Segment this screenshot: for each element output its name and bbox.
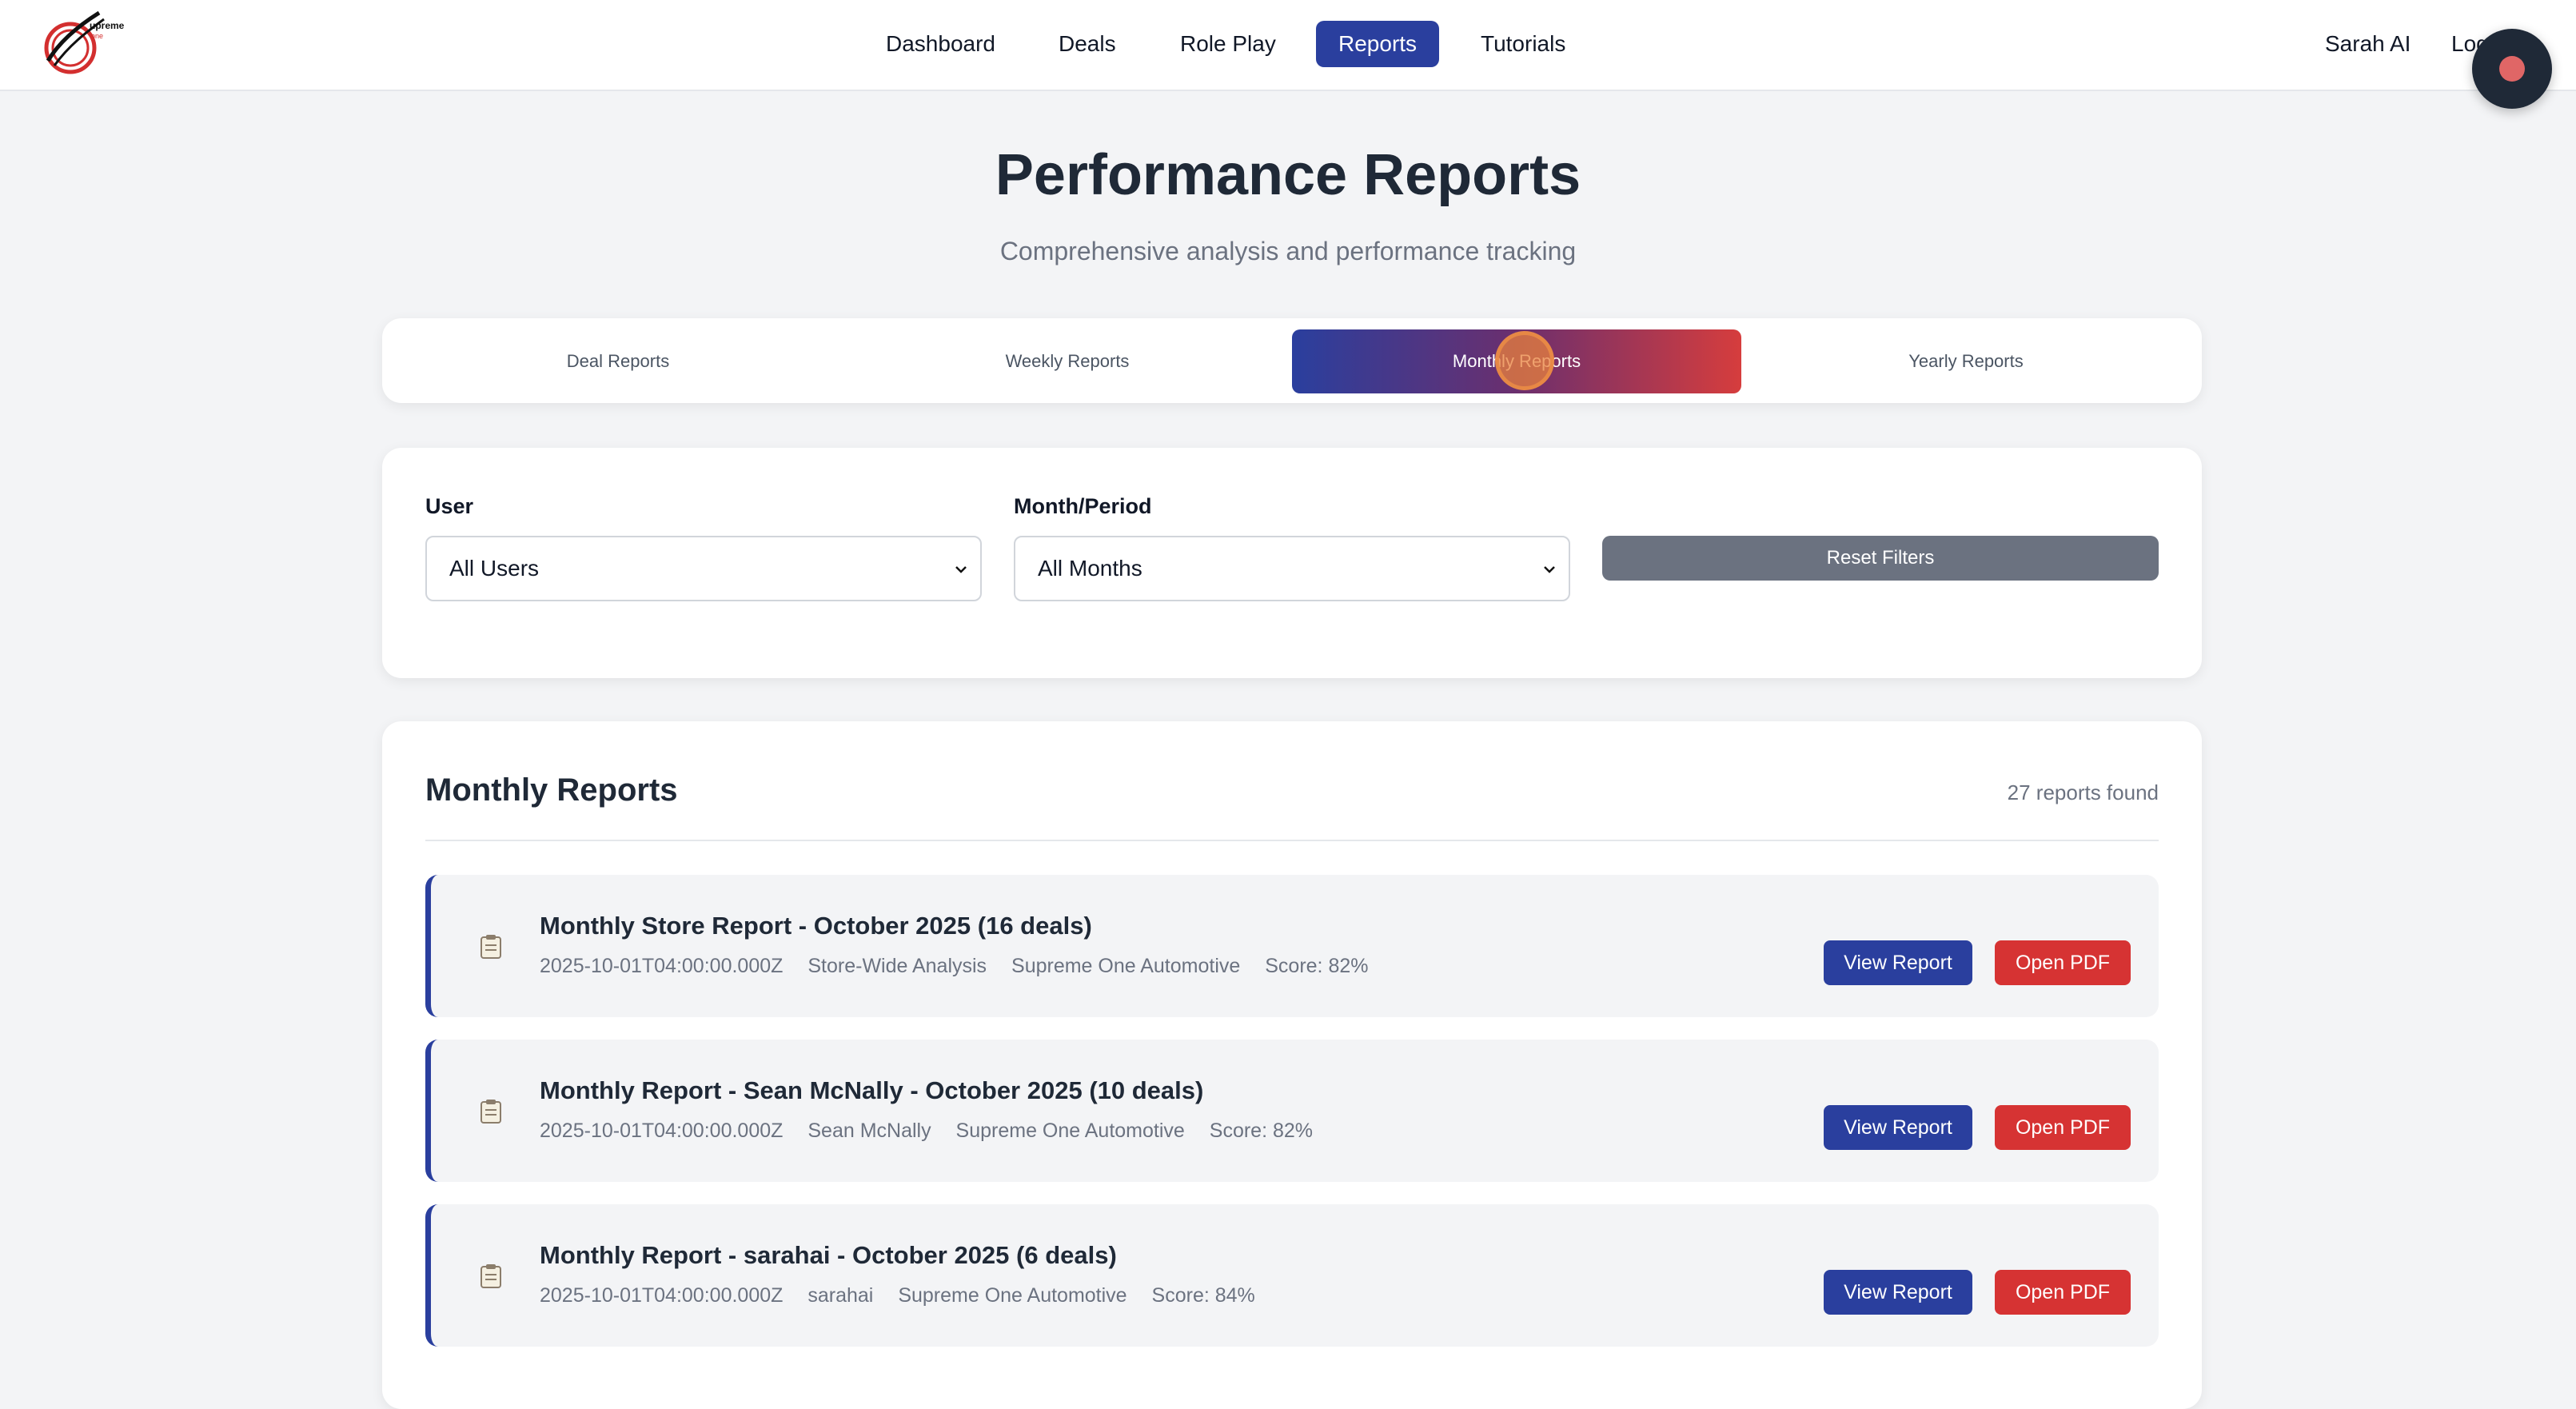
report-score: Score: 84% <box>1151 1284 1255 1307</box>
report-scope: Sean McNally <box>807 1120 931 1142</box>
report-title: Monthly Store Report - October 2025 (16 … <box>540 912 1092 940</box>
top-navbar: upreme one Dashboard Deals Role Play Rep… <box>0 0 2576 91</box>
clipboard-icon <box>481 1100 501 1124</box>
open-pdf-button[interactable]: Open PDF <box>1995 940 2131 985</box>
tab-deal-reports[interactable]: Deal Reports <box>393 329 843 393</box>
tab-weekly-reports[interactable]: Weekly Reports <box>843 329 1292 393</box>
report-row: Monthly Report - Sean McNally - October … <box>425 1040 2159 1182</box>
reset-filters-button[interactable]: Reset Filters <box>1602 536 2159 581</box>
report-date: 2025-10-01T04:00:00.000Z <box>540 1120 784 1142</box>
record-dot-icon <box>2499 56 2525 82</box>
report-meta: 2025-10-01T04:00:00.000Z sarahai Supreme… <box>540 1284 1274 1307</box>
nav-role-play[interactable]: Role Play <box>1158 21 1298 67</box>
clipboard-icon <box>481 1264 501 1288</box>
report-meta: 2025-10-01T04:00:00.000Z Sean McNally Su… <box>540 1120 1332 1143</box>
page-title: Performance Reports <box>995 143 1581 207</box>
user-filter-label: User <box>425 494 474 518</box>
period-select-value: All Months <box>1038 556 1142 581</box>
nav-deals[interactable]: Deals <box>1036 21 1138 67</box>
reports-section-title: Monthly Reports <box>425 772 678 808</box>
main-nav: Dashboard Deals Role Play Reports Tutori… <box>0 21 2576 67</box>
click-indicator <box>1495 331 1554 390</box>
report-type-tabs: Deal Reports Weekly Reports Monthly Repo… <box>382 318 2202 403</box>
view-report-button[interactable]: View Report <box>1824 1105 1972 1150</box>
report-date: 2025-10-01T04:00:00.000Z <box>540 1284 784 1307</box>
period-select[interactable]: All Months <box>1014 536 1570 601</box>
report-scope: Store-Wide Analysis <box>807 955 987 977</box>
report-title: Monthly Report - sarahai - October 2025 … <box>540 1241 1117 1269</box>
report-dealership: Supreme One Automotive <box>1011 955 1241 977</box>
report-score: Score: 82% <box>1265 955 1369 977</box>
view-report-button[interactable]: View Report <box>1824 1270 1972 1315</box>
nav-tutorials[interactable]: Tutorials <box>1458 21 1588 67</box>
report-dealership: Supreme One Automotive <box>898 1284 1127 1307</box>
user-select[interactable]: All Users <box>425 536 982 601</box>
report-row: Monthly Store Report - October 2025 (16 … <box>425 875 2159 1017</box>
report-score: Score: 82% <box>1209 1120 1314 1142</box>
view-report-button[interactable]: View Report <box>1824 940 1972 985</box>
report-scope: sarahai <box>807 1284 874 1307</box>
reports-count: 27 reports found <box>2007 780 2159 804</box>
open-pdf-button[interactable]: Open PDF <box>1995 1105 2131 1150</box>
report-row: Monthly Report - sarahai - October 2025 … <box>425 1204 2159 1347</box>
user-name[interactable]: Sarah AI <box>2325 21 2411 67</box>
report-meta: 2025-10-01T04:00:00.000Z Store-Wide Anal… <box>540 955 1388 978</box>
filters-panel: User All Users Month/Period All Months R… <box>382 448 2202 678</box>
clipboard-icon <box>481 935 501 959</box>
period-filter-label: Month/Period <box>1014 494 1152 518</box>
record-button[interactable] <box>2472 29 2552 109</box>
chevron-down-icon <box>1544 566 1555 573</box>
divider <box>425 840 2159 841</box>
report-title: Monthly Report - Sean McNally - October … <box>540 1076 1204 1104</box>
user-select-value: All Users <box>449 556 540 581</box>
chevron-down-icon <box>955 566 967 573</box>
tab-yearly-reports[interactable]: Yearly Reports <box>1741 329 2191 393</box>
report-date: 2025-10-01T04:00:00.000Z <box>540 955 784 977</box>
report-dealership: Supreme One Automotive <box>955 1120 1185 1142</box>
page-subtitle: Comprehensive analysis and performance t… <box>999 237 1577 265</box>
nav-reports[interactable]: Reports <box>1316 21 1440 67</box>
open-pdf-button[interactable]: Open PDF <box>1995 1270 2131 1315</box>
nav-dashboard[interactable]: Dashboard <box>863 21 1018 67</box>
reports-panel: Monthly Reports 27 reports found Monthly… <box>382 721 2202 1409</box>
